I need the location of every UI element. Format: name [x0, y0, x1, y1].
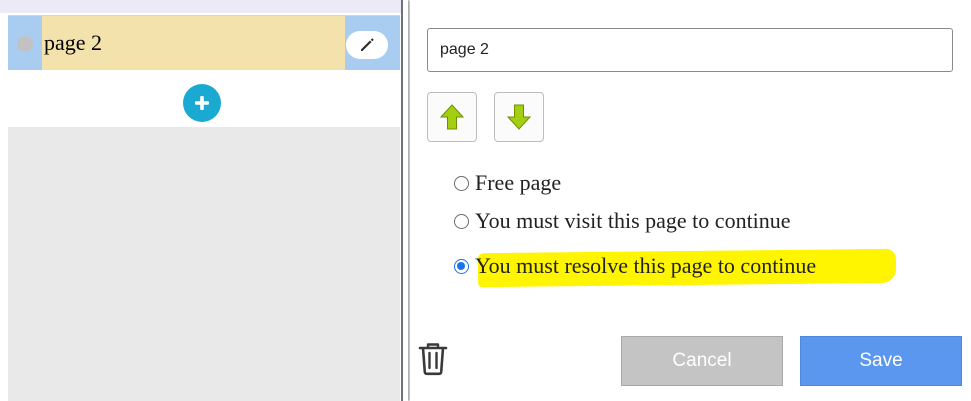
panel-divider[interactable]	[401, 0, 408, 401]
option-must-resolve[interactable]: You must resolve this page to continue	[454, 252, 816, 280]
plus-icon	[195, 96, 209, 110]
save-button[interactable]: Save	[800, 336, 962, 386]
trash-icon	[418, 343, 448, 376]
radio-button[interactable]	[454, 175, 469, 191]
option-free-page[interactable]: Free page	[454, 169, 561, 197]
arrow-up-icon	[439, 104, 465, 130]
radio-button[interactable]	[454, 213, 469, 229]
circle-dot-icon	[17, 36, 33, 52]
pencil-icon	[361, 38, 374, 51]
page-list-empty-area	[8, 127, 400, 401]
delete-page-button[interactable]	[416, 340, 450, 378]
page-list-item-label: page 2	[44, 30, 103, 55]
option-must-visit[interactable]: You must visit this page to continue	[454, 207, 791, 235]
page-list-item[interactable]: page 2	[8, 15, 400, 70]
page-editor-panel: Free page You must visit this page to co…	[410, 0, 971, 401]
radio-button-selected[interactable]	[454, 258, 469, 274]
page-list-panel: page 2	[0, 0, 401, 401]
move-down-button[interactable]	[494, 92, 544, 142]
option-label: You must visit this page to continue	[475, 208, 791, 233]
option-label: You must resolve this page to continue	[475, 253, 817, 278]
add-page-button[interactable]	[183, 84, 221, 122]
arrow-down-icon	[506, 104, 532, 130]
add-page-row	[8, 70, 400, 127]
page-name-input[interactable]	[427, 28, 953, 72]
page-list-top-strip	[0, 0, 401, 13]
cancel-button[interactable]: Cancel	[621, 336, 783, 386]
option-label: Free page	[475, 170, 562, 195]
move-up-button[interactable]	[427, 92, 477, 142]
edit-page-button[interactable]	[346, 31, 388, 59]
